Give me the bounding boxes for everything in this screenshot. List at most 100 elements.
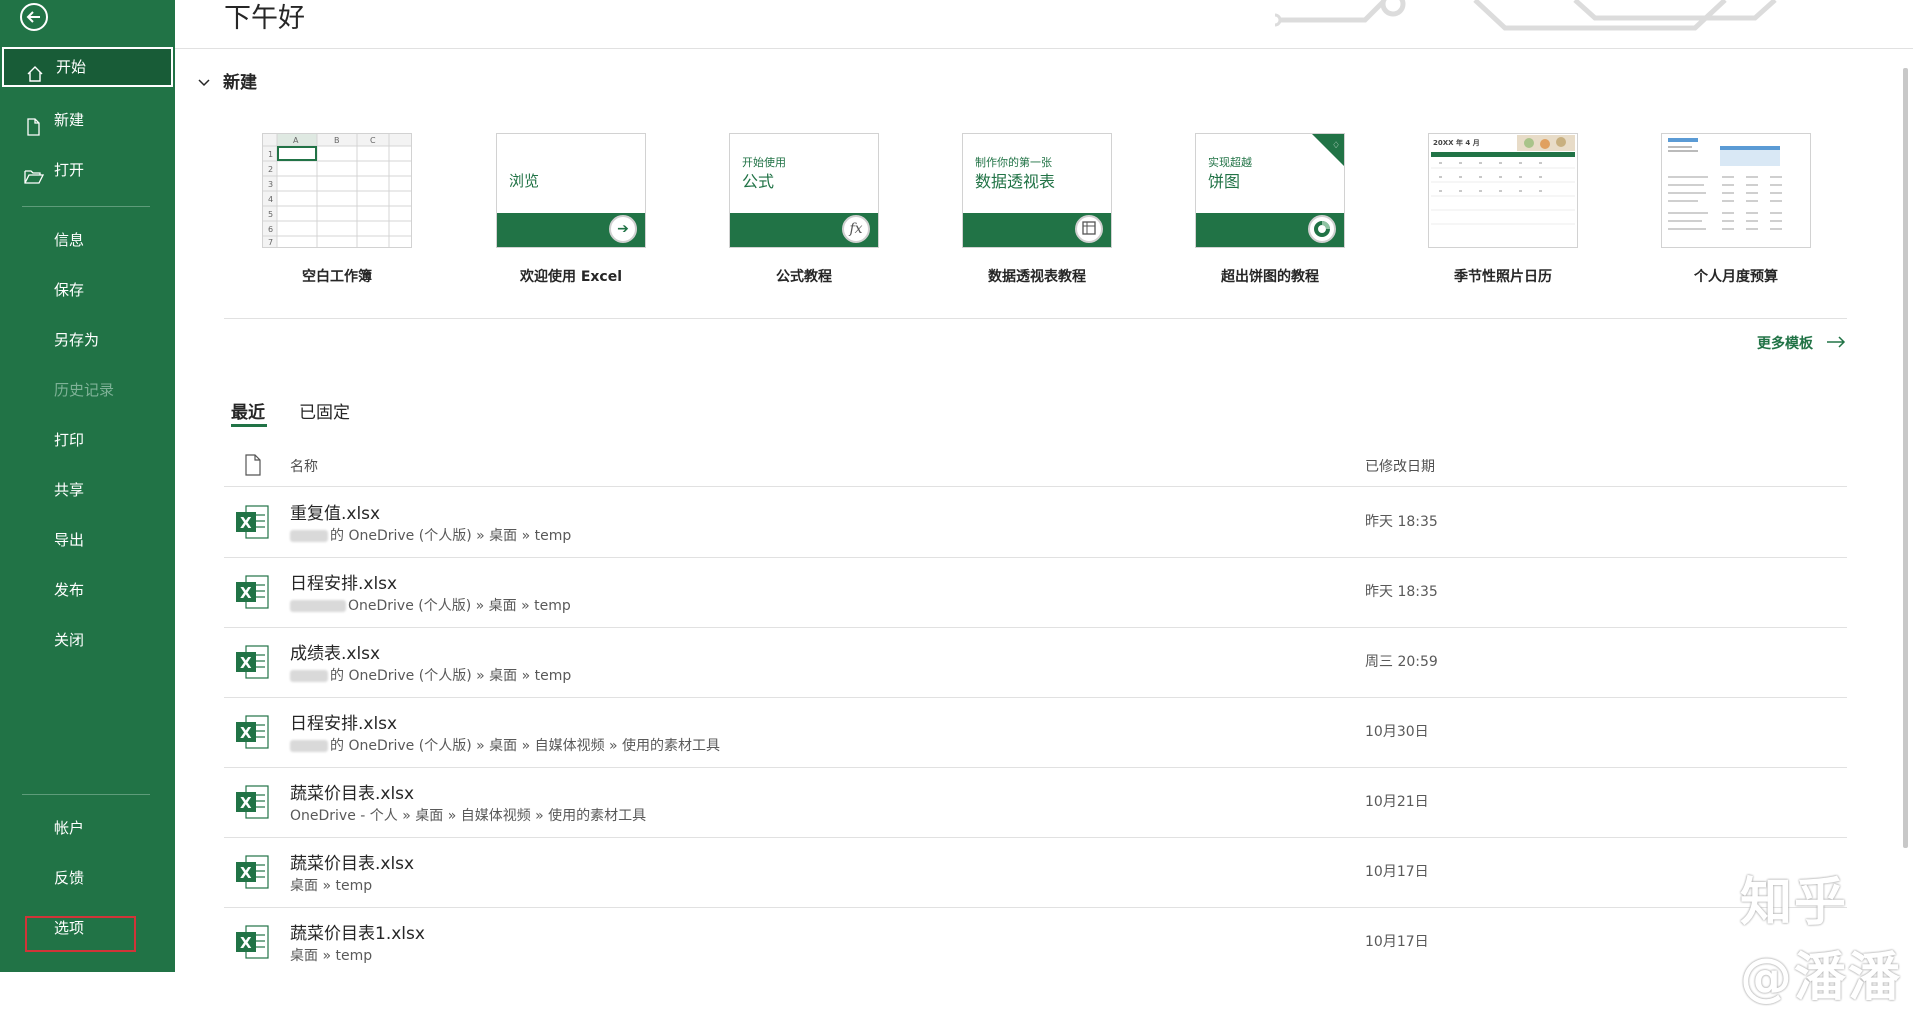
file-row[interactable]: X 日程安排.xlsx OneDrive (个人版) » 桌面 » temp 昨… — [224, 557, 1847, 628]
redacted-username — [290, 740, 328, 752]
new-section-header[interactable]: 新建 — [197, 68, 257, 93]
svg-text:7: 7 — [268, 238, 273, 247]
sidebar-divider — [22, 206, 150, 207]
template-caption: 公式教程 — [776, 269, 832, 285]
redacted-username — [290, 670, 328, 682]
template-thumbnail: 开始使用 公式 fx — [729, 133, 879, 248]
file-row[interactable]: X 蔬菜价目表1.xlsx 桌面 » temp 10月17日 — [224, 907, 1847, 972]
file-name: 日程安排.xlsx — [290, 574, 398, 594]
pivot-table-icon — [1075, 215, 1103, 243]
column-header-name[interactable]: 名称 — [290, 456, 318, 476]
sidebar-item-account[interactable]: 帐户 — [0, 808, 175, 848]
file-row[interactable]: X 日程安排.xlsx 的 OneDrive (个人版) » 桌面 » 自媒体视… — [224, 697, 1847, 768]
file-row[interactable]: X 成绩表.xlsx 的 OneDrive (个人版) » 桌面 » temp … — [224, 627, 1847, 698]
new-section-title: 新建 — [223, 73, 257, 93]
scrollbar-thumb[interactable] — [1903, 68, 1908, 848]
sidebar-item-export[interactable]: 导出 — [0, 520, 175, 560]
template-caption: 个人月度预算 — [1694, 269, 1778, 285]
template-welcome-excel[interactable]: 浏览 ➔ 欢迎使用 Excel — [496, 133, 646, 286]
svg-text:3: 3 — [268, 180, 273, 189]
template-seasonal-photo-calendar[interactable]: 20XX 年 4 月 季节性照片日历 — [1428, 133, 1578, 286]
sidebar-item-open[interactable]: 打开 — [0, 150, 175, 190]
excel-file-icon: X — [234, 573, 270, 615]
template-blank-workbook[interactable]: A B C 1 2 3 4 5 6 7 空白工作簿 — [262, 133, 412, 286]
sidebar-item-label: 发布 — [54, 581, 85, 599]
section-divider — [224, 318, 1847, 319]
template-pivot-table-tutorial[interactable]: 制作你的第一张 数据透视表 数据透视表教程 — [962, 133, 1112, 286]
file-path: OneDrive - 个人 » 桌面 » 自媒体视频 » 使用的素材工具 — [290, 808, 647, 824]
file-row[interactable]: X 蔬菜价目表.xlsx OneDrive - 个人 » 桌面 » 自媒体视频 … — [224, 767, 1847, 838]
template-thumb-text: 浏览 — [509, 172, 540, 190]
tab-recent[interactable]: 最近 — [231, 398, 265, 423]
sidebar-item-share[interactable]: 共享 — [0, 470, 175, 510]
column-header-date[interactable]: 已修改日期 — [1365, 456, 1435, 476]
file-name: 重复值.xlsx — [290, 504, 381, 524]
new-document-icon — [24, 111, 42, 136]
sidebar-item-label: 保存 — [54, 281, 85, 299]
template-thumb-big: 饼图 — [1208, 172, 1241, 191]
file-modified-date: 昨天 18:35 — [1365, 584, 1438, 600]
sidebar-item-label: 反馈 — [54, 869, 85, 887]
svg-text:4: 4 — [268, 195, 273, 204]
tab-active-indicator — [231, 424, 267, 427]
file-path: 桌面 » temp — [290, 878, 373, 894]
file-row[interactable]: X 重复值.xlsx 的 OneDrive (个人版) » 桌面 » temp … — [224, 487, 1847, 558]
sidebar-item-print[interactable]: 打印 — [0, 420, 175, 460]
redacted-username — [290, 600, 346, 612]
template-pie-chart-tutorial[interactable]: ♢ 实现超越 饼图 超出饼图的教程 — [1195, 133, 1345, 286]
sidebar-item-save-as[interactable]: 另存为 — [0, 320, 175, 360]
file-row[interactable]: X 蔬菜价目表.xlsx 桌面 » temp 10月17日 — [224, 837, 1847, 908]
template-thumbnail: 制作你的第一张 数据透视表 — [962, 133, 1112, 248]
svg-text:X: X — [240, 794, 252, 812]
file-name: 蔬菜价目表1.xlsx — [290, 924, 425, 944]
file-list-header: 名称 已修改日期 — [224, 450, 1847, 487]
excel-file-icon: X — [234, 643, 270, 685]
template-thumbnail: 20XX 年 4 月 — [1428, 133, 1578, 248]
svg-text:6: 6 — [268, 225, 273, 234]
chevron-down-icon — [197, 73, 213, 93]
back-arrow-icon[interactable] — [20, 3, 48, 31]
backstage-main: 下午好 新建 A B C 1 2 3 4 5 6 7 空白工作簿 浏览 ➔ 欢迎… — [175, 0, 1913, 1008]
corner-badge-icon: ♢ — [1312, 134, 1344, 166]
svg-text:X: X — [240, 724, 252, 742]
sidebar-item-label: 信息 — [54, 231, 85, 249]
sidebar-item-home[interactable]: 开始 — [2, 47, 173, 87]
svg-text:5: 5 — [268, 210, 273, 219]
svg-text:X: X — [240, 514, 252, 532]
page-title: 下午好 — [224, 3, 305, 34]
sidebar-item-save[interactable]: 保存 — [0, 270, 175, 310]
home-icon — [26, 58, 44, 82]
sidebar-item-close[interactable]: 关闭 — [0, 620, 175, 660]
template-personal-monthly-budget[interactable]: 个人月度预算 — [1661, 133, 1811, 286]
folder-open-icon — [24, 161, 45, 184]
template-thumb-big: 数据透视表 — [975, 172, 1056, 191]
vertical-scrollbar[interactable] — [1900, 52, 1910, 848]
file-path: OneDrive (个人版) » 桌面 » temp — [290, 595, 571, 615]
excel-file-icon: X — [234, 713, 270, 755]
template-caption: 欢迎使用 Excel — [519, 269, 623, 285]
more-templates-label: 更多模板 — [1757, 336, 1813, 352]
sidebar-item-label: 历史记录 — [54, 381, 115, 399]
arrow-right-icon — [1826, 336, 1846, 352]
sidebar-item-feedback[interactable]: 反馈 — [0, 858, 175, 898]
file-path: 的 OneDrive (个人版) » 桌面 » temp — [290, 665, 571, 685]
template-thumb-big: 公式 — [742, 172, 775, 191]
more-templates-link[interactable]: 更多模板 — [1757, 333, 1846, 353]
template-thumbnail: ♢ 实现超越 饼图 — [1195, 133, 1345, 248]
template-formula-tutorial[interactable]: 开始使用 公式 fx 公式教程 — [729, 133, 879, 286]
sidebar-item-label: 打印 — [54, 431, 85, 449]
template-thumbnail — [1661, 133, 1811, 248]
svg-text:B: B — [334, 136, 340, 145]
sidebar-item-new[interactable]: 新建 — [0, 100, 175, 140]
tab-pinned[interactable]: 已固定 — [299, 398, 350, 423]
file-modified-date: 10月21日 — [1365, 794, 1429, 810]
template-thumbnail: 浏览 ➔ — [496, 133, 646, 248]
sidebar-divider — [22, 794, 150, 795]
sidebar-item-publish[interactable]: 发布 — [0, 570, 175, 610]
template-caption: 季节性照片日历 — [1454, 269, 1552, 285]
file-modified-date: 10月17日 — [1365, 934, 1429, 950]
options-highlight-box — [25, 916, 136, 952]
sidebar-item-info[interactable]: 信息 — [0, 220, 175, 260]
sidebar-item-label: 导出 — [54, 531, 85, 549]
document-icon — [244, 454, 262, 480]
